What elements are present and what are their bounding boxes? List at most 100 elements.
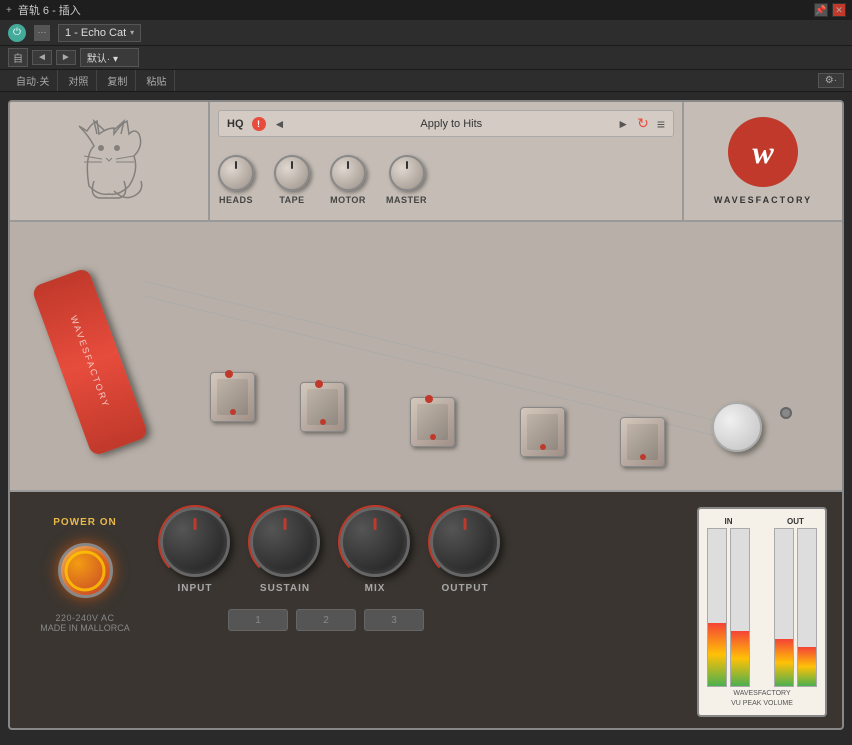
- sustain-knob-label: SUSTAIN: [260, 583, 310, 594]
- prev-button[interactable]: ◄: [32, 50, 52, 65]
- copy-label[interactable]: 复制: [99, 70, 136, 91]
- power-voltage: 220-240V AC: [40, 613, 130, 623]
- output-knob-label: OUTPUT: [441, 583, 488, 594]
- tape-knob-item: TAPE: [274, 155, 310, 205]
- mix-knob[interactable]: [340, 507, 410, 577]
- hq-warning[interactable]: !: [252, 117, 266, 131]
- cat-logo-area: [10, 102, 210, 220]
- tape-head-3[interactable]: [410, 397, 455, 447]
- tape-knob[interactable]: [274, 155, 310, 191]
- menu-icon[interactable]: ≡: [657, 116, 665, 132]
- tape-machine-section: WAVESFACTORY: [10, 222, 842, 492]
- input-knob-label: INPUT: [178, 583, 213, 594]
- wf-logo-circle: w: [728, 117, 798, 187]
- motor-knob-item: MOTOR: [330, 155, 366, 205]
- paste-label[interactable]: 粘贴: [138, 70, 175, 91]
- gear-button[interactable]: ⚙·: [818, 73, 844, 88]
- vu-meter-inner: IN + 1 2 3: [707, 517, 817, 687]
- vu-in-level-left: [708, 623, 726, 686]
- master-knob-label: MASTER: [386, 195, 427, 205]
- output-knob[interactable]: [430, 507, 500, 577]
- output-knob-item: OUTPUT: [430, 507, 500, 594]
- top-knobs-row: HEADS TAPE MOTOR MASTER: [218, 155, 674, 205]
- delay-btn-3[interactable]: 3: [364, 609, 424, 631]
- vu-peak-label: VU PEAK VOLUME: [707, 700, 817, 707]
- sustain-knob[interactable]: [250, 507, 320, 577]
- hq-label: HQ: [227, 118, 244, 130]
- input-knob-ring: [158, 505, 232, 579]
- track-dropdown-arrow: ▾: [130, 28, 134, 37]
- head-dot-3: [430, 434, 436, 440]
- input-knob[interactable]: [160, 507, 230, 577]
- window-title: 音轨 6 - 插入: [18, 2, 81, 18]
- vu-in-channel: IN + 1 2 3: [707, 517, 750, 687]
- main-knobs-section: INPUT SUSTAIN MIX: [160, 507, 682, 717]
- power-icon[interactable]: ⏻: [8, 24, 26, 42]
- white-knob[interactable]: [712, 402, 762, 452]
- title-bar-left: + 音轨 6 - 插入: [6, 2, 81, 18]
- power-section: POWER ON 220-240V AC MADE IN MALLORCA: [25, 507, 145, 717]
- vu-out-label: OUT: [787, 517, 804, 526]
- head-pivot-1: [225, 370, 233, 378]
- tape-head-5[interactable]: [620, 417, 665, 467]
- tape-slider[interactable]: WAVESFACTORY: [31, 267, 149, 457]
- hq-controls-area: HQ ! ◄ Apply to Hits ► ↻ ≡ HEADS TAPE: [210, 102, 682, 220]
- plugin-top: HQ ! ◄ Apply to Hits ► ↻ ≡ HEADS TAPE: [10, 102, 842, 222]
- motor-knob-label: MOTOR: [330, 195, 366, 205]
- vu-brand-label: WAVESFACTORY: [707, 690, 817, 697]
- apply-to-hits-label: Apply to Hits: [293, 118, 609, 130]
- head-pivot-2: [315, 380, 323, 388]
- vu-in-label: IN: [725, 517, 733, 526]
- dot-end: [780, 407, 792, 419]
- vu-meter-section: IN + 1 2 3: [697, 507, 827, 717]
- motor-knob[interactable]: [330, 155, 366, 191]
- track-name-display[interactable]: 1 - Echo Cat ▾: [58, 24, 141, 42]
- next-button[interactable]: ►: [56, 50, 76, 65]
- vu-in-bar-left: [707, 528, 727, 687]
- master-knob[interactable]: [389, 155, 425, 191]
- power-label: POWER ON: [53, 517, 117, 528]
- controls-bar-2: 自动·关 对照 复制 粘贴 ⚙·: [0, 70, 852, 92]
- head-dot-4: [540, 444, 546, 450]
- tape-knob-label: TAPE: [279, 195, 304, 205]
- power-button[interactable]: [58, 543, 113, 598]
- auto-button[interactable]: 自: [8, 48, 28, 67]
- vu-out-bar-right: [797, 528, 817, 687]
- tape-head-2[interactable]: [300, 382, 345, 432]
- link-icon[interactable]: ⋯: [34, 25, 50, 41]
- head-pivot-3: [425, 395, 433, 403]
- hq-next-arrow[interactable]: ►: [617, 117, 629, 131]
- power-info: 220-240V AC MADE IN MALLORCA: [40, 613, 130, 633]
- heads-knob-label: HEADS: [219, 195, 253, 205]
- master-knob-item: MASTER: [386, 155, 427, 205]
- heads-knob[interactable]: [218, 155, 254, 191]
- pair-label[interactable]: 对照: [60, 70, 97, 91]
- delay-btn-2[interactable]: 2: [296, 609, 356, 631]
- title-bar-controls: 📌 ✕: [814, 3, 846, 17]
- vu-out-level-right: [798, 647, 816, 686]
- vu-in-level-right: [731, 631, 749, 686]
- close-button[interactable]: ✕: [832, 3, 846, 17]
- track-bar: ⏻ ⋯ 1 - Echo Cat ▾: [0, 20, 852, 46]
- vu-out-channel: OUT: [774, 517, 817, 687]
- mix-knob-label: MIX: [365, 583, 386, 594]
- output-knob-ring: [428, 505, 502, 579]
- plugin-container: HQ ! ◄ Apply to Hits ► ↻ ≡ HEADS TAPE: [8, 100, 844, 730]
- default-dropdown[interactable]: 默认· ▾: [80, 48, 139, 67]
- sustain-knob-item: SUSTAIN: [250, 507, 320, 594]
- head-dot-5: [640, 454, 646, 460]
- tape-head-4[interactable]: [520, 407, 565, 457]
- delay-btn-1[interactable]: 1: [228, 609, 288, 631]
- delay-buttons: 1 2 3: [160, 609, 682, 631]
- heads-knob-item: HEADS: [218, 155, 254, 205]
- vu-out-level-left: [775, 639, 793, 686]
- tape-head-1[interactable]: [210, 372, 255, 422]
- hq-prev-arrow[interactable]: ◄: [274, 117, 286, 131]
- wavesfactory-text: WAVESFACTORY: [714, 195, 812, 205]
- vu-out-bar-left: [774, 528, 794, 687]
- main-knobs-row: INPUT SUSTAIN MIX: [160, 507, 682, 594]
- mix-knob-ring: [338, 505, 412, 579]
- pin-button[interactable]: 📌: [814, 3, 828, 17]
- refresh-icon[interactable]: ↻: [637, 115, 649, 132]
- auto-off-label: 自动·关: [8, 70, 58, 91]
